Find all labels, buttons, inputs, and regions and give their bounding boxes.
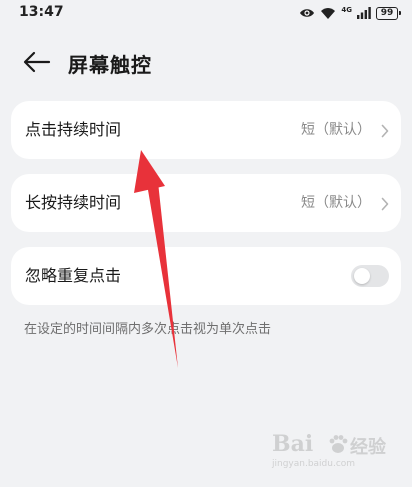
toggle-knob (354, 268, 370, 284)
tap-duration-value: 短（默认） (301, 122, 371, 138)
chevron-right-icon (381, 123, 389, 138)
long-press-duration-label: 长按持续时间 (25, 193, 122, 212)
long-press-duration-value: 短（默认） (301, 195, 371, 211)
tap-duration-label: 点击持续时间 (25, 120, 122, 139)
page-title: 屏幕触控 (68, 53, 152, 77)
long-press-duration-item[interactable]: 长按持续时间 短（默认） (11, 174, 401, 232)
network-type-label: 4G (341, 5, 352, 14)
status-icons: 4G 99 (299, 5, 401, 21)
signal-icon (357, 7, 371, 19)
watermark-brand-cn: 经验 (350, 437, 386, 458)
eye-icon (299, 7, 315, 19)
back-arrow-icon[interactable] (22, 50, 52, 74)
chevron-right-icon (381, 196, 389, 211)
ignore-repeat-tap-toggle[interactable] (351, 265, 389, 287)
paw-icon (327, 433, 349, 455)
tap-duration-item[interactable]: 点击持续时间 短（默认） (11, 101, 401, 159)
wifi-icon (320, 7, 336, 20)
battery-icon: 99 (376, 6, 401, 20)
watermark: Bai 经验 jingyan.baidu.com (272, 429, 392, 473)
ignore-repeat-tap-item: 忽略重复点击 (11, 247, 401, 305)
watermark-url: jingyan.baidu.com (272, 459, 356, 469)
ignore-repeat-tap-hint: 在设定的时间间隔内多次点击视为单次点击 (24, 322, 272, 337)
watermark-brand: Bai (272, 431, 314, 457)
ignore-repeat-tap-label: 忽略重复点击 (25, 266, 122, 285)
header: 屏幕触控 (0, 40, 412, 84)
status-time: 13:47 (19, 4, 64, 20)
status-bar: 13:47 4G 99 (0, 0, 412, 26)
